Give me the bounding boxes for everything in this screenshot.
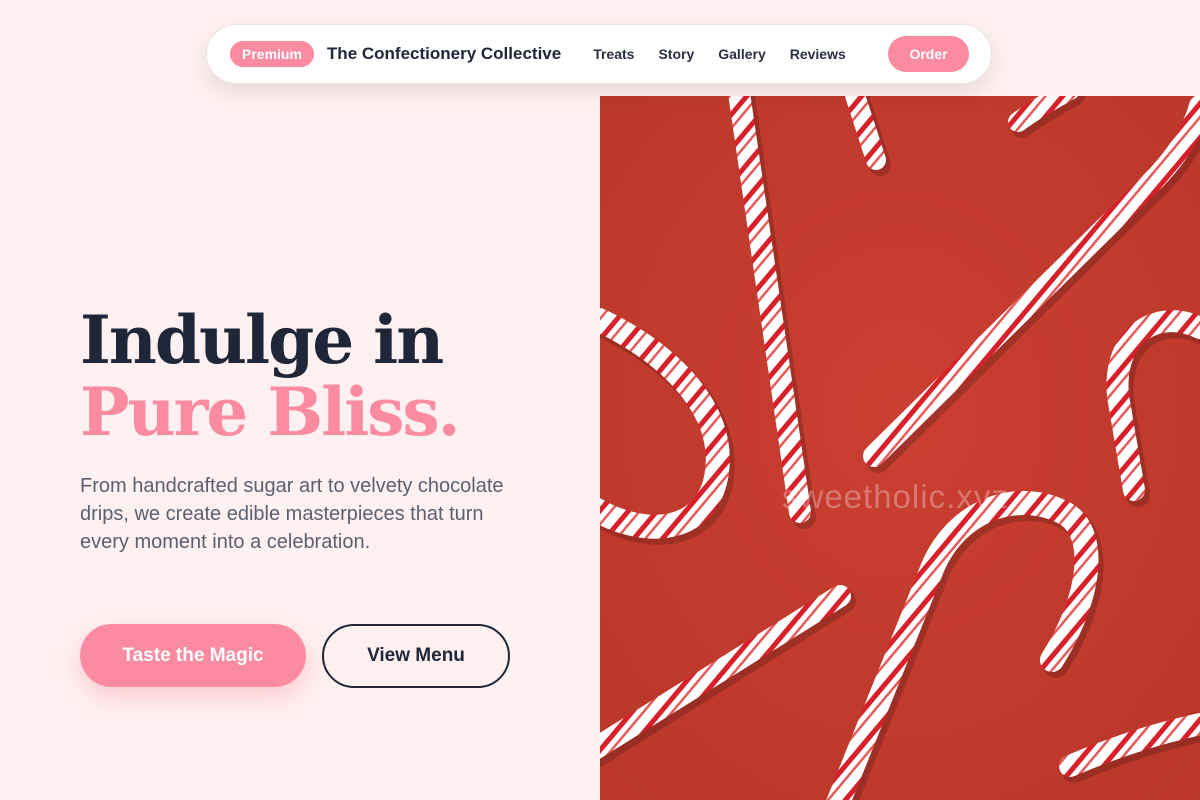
page: Premium The Confectionery Collective Tre…	[0, 0, 1200, 800]
nav-link-reviews[interactable]: Reviews	[790, 46, 846, 62]
taste-the-magic-button[interactable]: Taste the Magic	[80, 624, 306, 687]
hero-description: From handcrafted sugar art to velvety ch…	[80, 475, 504, 553]
nav-link-story[interactable]: Story	[658, 46, 694, 62]
candy-canes-illustration	[600, 96, 1200, 800]
view-menu-button[interactable]: View Menu	[322, 624, 510, 688]
hero-title: Indulge in Pure Bliss.	[80, 301, 461, 451]
hero-title-line-1: Indulge in	[80, 301, 444, 379]
premium-badge: Premium	[230, 41, 314, 67]
nav-link-treats[interactable]: Treats	[593, 46, 634, 62]
order-button[interactable]: Order	[888, 36, 969, 72]
nav-links: Treats Story Gallery Reviews	[593, 46, 846, 62]
hero-image-candy-canes: sweetholic.xyz	[600, 96, 1200, 800]
hero-title-line-2: Pure Bliss.	[80, 373, 461, 451]
brand-name[interactable]: The Confectionery Collective	[327, 44, 561, 64]
nav-link-gallery[interactable]: Gallery	[718, 46, 765, 62]
top-navbar: Premium The Confectionery Collective Tre…	[206, 24, 992, 84]
